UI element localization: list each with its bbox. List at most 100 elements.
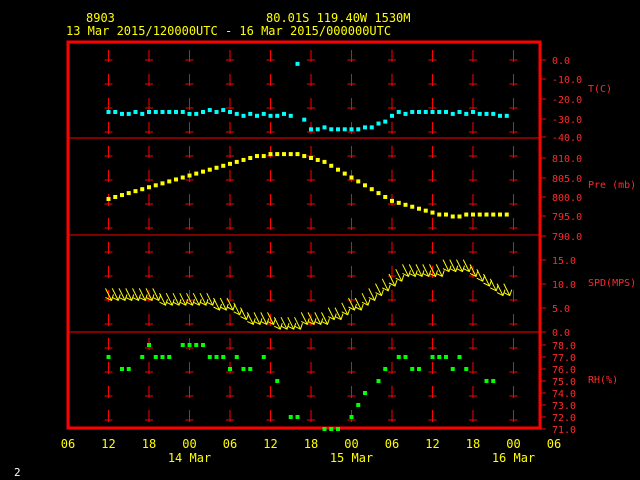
wind-barb — [368, 288, 378, 302]
temp-point — [403, 111, 408, 116]
pressure-point — [255, 154, 259, 159]
temp-point — [329, 127, 334, 132]
x-tick-label: 06 — [61, 437, 75, 451]
rh-point — [464, 367, 469, 371]
x-tick-label: 12 — [425, 437, 439, 451]
rh-point — [187, 343, 192, 347]
temp-point — [106, 109, 111, 114]
x-tick-label: 06 — [547, 437, 561, 451]
wind-barb — [213, 297, 222, 311]
rh-point — [450, 367, 455, 371]
temp-point — [153, 109, 158, 114]
pressure-point — [464, 212, 469, 217]
wind-barb — [395, 268, 405, 282]
y-tick-label: 800.0 — [552, 193, 582, 204]
temp-point — [349, 127, 354, 132]
pressure-point — [437, 212, 442, 217]
pressure-point — [302, 154, 307, 159]
wind-barb — [105, 288, 114, 302]
rh-point — [437, 355, 442, 359]
pressure-point — [423, 208, 428, 213]
temp-point — [295, 61, 300, 66]
rh-point — [383, 367, 388, 371]
y-tick-label: 810.0 — [552, 154, 582, 165]
pressure-point — [221, 163, 226, 168]
rh-point — [207, 355, 212, 359]
temp-point — [504, 113, 509, 118]
temp-point — [309, 127, 313, 132]
station-id: 8903 — [86, 11, 115, 25]
pressure-point — [383, 195, 388, 199]
wind-barb — [496, 283, 506, 297]
pressure-point — [160, 181, 165, 186]
station-location: 80.01S 119.40W 1530M — [266, 11, 411, 25]
rh-point — [491, 379, 496, 383]
pressure-point — [444, 212, 448, 217]
rh-point — [430, 355, 435, 359]
temp-point — [180, 109, 185, 114]
pressure-point — [228, 161, 232, 166]
pressure-point — [268, 152, 273, 157]
rh-point — [180, 343, 185, 347]
temp-point — [120, 111, 124, 116]
y-axis-labels: 0.0 -10.0 -20.0 -30.0 -40.0 T(C) 810.0 805.0 800… — [540, 56, 636, 436]
temp-point — [417, 109, 421, 114]
rh-point — [329, 427, 334, 431]
time-range: 13 Mar 2015/120000UTC - 16 Mar 2015/0000… — [66, 24, 391, 38]
temp-point — [228, 109, 232, 114]
temp-point — [423, 109, 428, 114]
grid-column — [266, 50, 275, 428]
rh-point — [288, 415, 293, 419]
pressure-point — [417, 206, 421, 211]
wind-barb — [300, 312, 310, 326]
rh-point — [241, 367, 246, 371]
x-day-label: 15 Mar — [330, 451, 373, 465]
rh-point — [140, 355, 145, 359]
plot-layer — [105, 61, 513, 431]
pressure-point — [484, 212, 489, 217]
grid-column — [104, 50, 113, 428]
pressure-point — [133, 189, 138, 194]
y-tick-label: 10.0 — [552, 280, 576, 291]
y-tick-label: 0.0 — [552, 328, 570, 339]
pressure-point — [349, 175, 354, 180]
x-tick-label: 00 — [182, 437, 196, 451]
temp-point — [207, 108, 212, 113]
y-tick-label: -30.0 — [552, 115, 582, 126]
meteogram-chart: 8903 80.01S 119.40W 1530M 13 Mar 2015/12… — [14, 11, 636, 479]
temp-point — [147, 109, 151, 114]
temp-point — [234, 111, 239, 116]
temp-point — [450, 111, 455, 116]
pressure-point — [120, 193, 124, 198]
pressure-point — [153, 183, 158, 188]
temp-point — [160, 109, 165, 114]
wind-barb — [327, 307, 337, 321]
temp-point — [315, 127, 320, 132]
rh-point — [248, 367, 253, 371]
wind-barb — [341, 302, 351, 316]
pressure-point — [457, 214, 462, 219]
temp-point — [396, 109, 401, 114]
pressure-point — [201, 169, 205, 174]
temp-point — [383, 119, 388, 124]
x-day-label: 14 Mar — [168, 451, 211, 465]
rh-point — [147, 343, 151, 347]
temp-point — [484, 111, 489, 116]
temp-point — [187, 111, 192, 116]
temp-point — [255, 113, 259, 118]
rh-point — [194, 343, 199, 347]
pressure-point — [282, 152, 286, 157]
rh-point — [234, 355, 239, 359]
temp-point — [430, 109, 435, 114]
grid-column — [347, 50, 356, 428]
pressure-point — [106, 196, 111, 201]
page-number: 2 — [14, 466, 21, 479]
rh-point — [153, 355, 158, 359]
pressure-point — [356, 179, 361, 184]
temp-point — [369, 125, 374, 130]
temp-point — [410, 109, 415, 114]
y-tick-label: 805.0 — [552, 174, 582, 185]
rh-point — [295, 415, 300, 419]
grid-layer — [66, 40, 542, 430]
rh-point — [228, 367, 232, 371]
